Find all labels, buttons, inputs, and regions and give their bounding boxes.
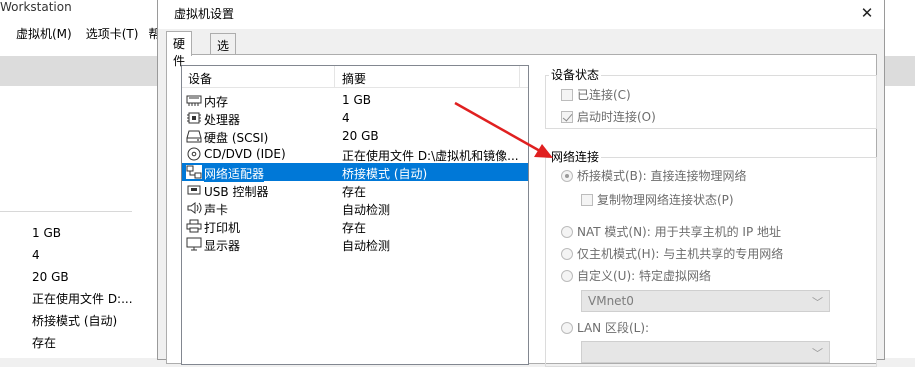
connect-at-power-on-checkbox[interactable]: 启动时连接(O) xyxy=(561,108,656,125)
device-name: 网络适配器 xyxy=(204,165,265,182)
hard-disk-icon xyxy=(186,130,202,143)
checkbox-box xyxy=(581,194,593,206)
device-row-memory[interactable]: 内存 1 GB xyxy=(182,91,528,109)
summary-value: 20 GB xyxy=(32,270,69,284)
device-row-processor[interactable]: 处理器 4 xyxy=(182,109,528,127)
device-row-sound-card[interactable]: 声卡 自动检测 xyxy=(182,199,528,217)
dialog-titlebar[interactable]: 虚拟机设置 ✕ xyxy=(158,0,884,29)
sound-card-icon xyxy=(187,202,202,214)
device-row-printer[interactable]: 打印机 存在 xyxy=(182,217,528,235)
nat-label: NAT 模式(N): 用于共享主机的 IP 地址 xyxy=(577,225,782,239)
nat-radio[interactable]: NAT 模式(N): 用于共享主机的 IP 地址 xyxy=(561,223,781,240)
device-name: 内存 xyxy=(204,95,229,109)
menu-tabs[interactable]: 选项卡(T) xyxy=(80,22,147,44)
device-row-display[interactable]: 显示器 自动检测 xyxy=(182,235,528,253)
device-summary: 4 xyxy=(342,111,350,125)
menu-vm[interactable]: 虚拟机(M) xyxy=(0,22,80,44)
custom-radio[interactable]: 自定义(U): 特定虚拟网络 xyxy=(561,267,711,284)
usb-icon xyxy=(187,185,201,195)
summary-value: 正在使用文件 D:... xyxy=(32,292,133,306)
lan-segment-radio[interactable]: LAN 区段(L): xyxy=(561,319,649,336)
device-list[interactable]: 设备 摘要 内存 1 GB 处理器 4 硬盘 (SCSI) 20 GB CD/D… xyxy=(181,65,529,365)
column-header-summary[interactable]: 摘要 xyxy=(342,70,366,87)
cd-dvd-icon xyxy=(187,147,201,161)
column-header-device[interactable]: 设备 xyxy=(188,70,212,87)
device-summary: 自动检测 xyxy=(342,239,391,253)
device-name: 处理器 xyxy=(204,113,241,127)
custom-label: 自定义(U): 特定虚拟网络 xyxy=(577,269,712,283)
custom-network-value: VMnet0 xyxy=(588,294,634,308)
network-connection-label: 网络连接 xyxy=(549,148,602,165)
host-only-label: 仅主机模式(H): 与主机共享的专用网络 xyxy=(577,247,784,261)
background-menubar: 虚拟机(M) 选项卡(T) 帮 xyxy=(0,22,168,44)
tab-hardware[interactable]: 硬件 xyxy=(166,31,193,68)
tab-options[interactable]: 选项 xyxy=(210,33,237,70)
radio-dot xyxy=(561,170,573,182)
radio-dot xyxy=(561,322,573,334)
checkbox-box xyxy=(561,111,573,123)
device-summary: 桥接模式 (自动) xyxy=(342,167,428,181)
device-row-hard-disk[interactable]: 硬盘 (SCSI) 20 GB xyxy=(182,127,528,145)
memory-icon xyxy=(186,95,202,106)
replicate-state-checkbox[interactable]: 复制物理网络连接状态(P) xyxy=(581,191,734,208)
network-adapter-icon xyxy=(186,165,202,179)
replicate-label: 复制物理网络连接状态(P) xyxy=(597,193,734,207)
device-row-usb-controller[interactable]: USB 控制器 存在 xyxy=(182,181,528,199)
connected-label: 已连接(C) xyxy=(577,88,631,102)
vm-settings-dialog: 虚拟机设置 ✕ 硬件 选项 设备 摘要 内存 1 GB 处理器 4 xyxy=(157,0,885,367)
device-row-cd-dvd[interactable]: CD/DVD (IDE) 正在使用文件 D:\虚拟机和镜像... xyxy=(182,145,528,163)
background-device-summary: 1 GB 4 20 GB 正在使用文件 D:... 桥接模式 (自动) 存在 xyxy=(32,224,133,356)
dialog-title: 虚拟机设置 xyxy=(174,7,235,21)
summary-value: 存在 xyxy=(32,336,57,350)
bridged-label: 桥接模式(B): 直接连接物理网络 xyxy=(577,169,747,183)
printer-icon xyxy=(186,219,202,233)
device-summary: 存在 xyxy=(342,221,367,235)
device-name: 显示器 xyxy=(204,239,241,253)
radio-dot xyxy=(561,226,573,238)
custom-network-select[interactable]: VMnet0 ﹀ xyxy=(581,290,830,312)
device-summary: 1 GB xyxy=(342,93,371,107)
connect-at-power-on-label: 启动时连接(O) xyxy=(577,110,656,124)
device-summary: 正在使用文件 D:\虚拟机和镜像... xyxy=(342,149,519,163)
chevron-down-icon: ﹀ xyxy=(812,296,823,309)
summary-value: 1 GB xyxy=(32,226,61,240)
device-name: USB 控制器 xyxy=(204,185,269,199)
device-name: 打印机 xyxy=(204,221,241,235)
device-list-header: 设备 摘要 xyxy=(182,66,528,88)
device-summary: 20 GB xyxy=(342,129,379,143)
close-icon[interactable]: ✕ xyxy=(856,2,878,24)
divider xyxy=(0,211,132,212)
hardware-tab-panel: 设备 摘要 内存 1 GB 处理器 4 硬盘 (SCSI) 20 GB CD/D… xyxy=(166,54,877,367)
device-row-network-adapter[interactable]: 网络适配器 桥接模式 (自动) xyxy=(182,163,528,182)
chevron-down-icon: ﹀ xyxy=(812,347,823,360)
device-name: 硬盘 (SCSI) xyxy=(204,131,269,145)
device-status-label: 设备状态 xyxy=(549,66,602,83)
summary-value: 4 xyxy=(32,248,40,262)
background-window-title: Workstation xyxy=(0,0,72,14)
device-summary: 存在 xyxy=(342,185,367,199)
device-name: 声卡 xyxy=(204,203,229,217)
lan-segment-select[interactable]: ﹀ xyxy=(581,341,830,363)
background-right-area xyxy=(884,56,915,358)
processor-icon xyxy=(187,112,201,124)
radio-dot xyxy=(561,248,573,260)
lan-segment-label: LAN 区段(L): xyxy=(577,321,650,335)
device-name: CD/DVD (IDE) xyxy=(204,147,286,161)
connected-checkbox[interactable]: 已连接(C) xyxy=(561,86,631,103)
host-only-radio[interactable]: 仅主机模式(H): 与主机共享的专用网络 xyxy=(561,245,783,262)
radio-dot xyxy=(561,270,573,282)
device-summary: 自动检测 xyxy=(342,203,391,217)
checkbox-box xyxy=(561,89,573,101)
bridged-radio[interactable]: 桥接模式(B): 直接连接物理网络 xyxy=(561,167,746,184)
summary-value: 桥接模式 (自动) xyxy=(32,314,118,328)
display-icon xyxy=(186,237,202,251)
